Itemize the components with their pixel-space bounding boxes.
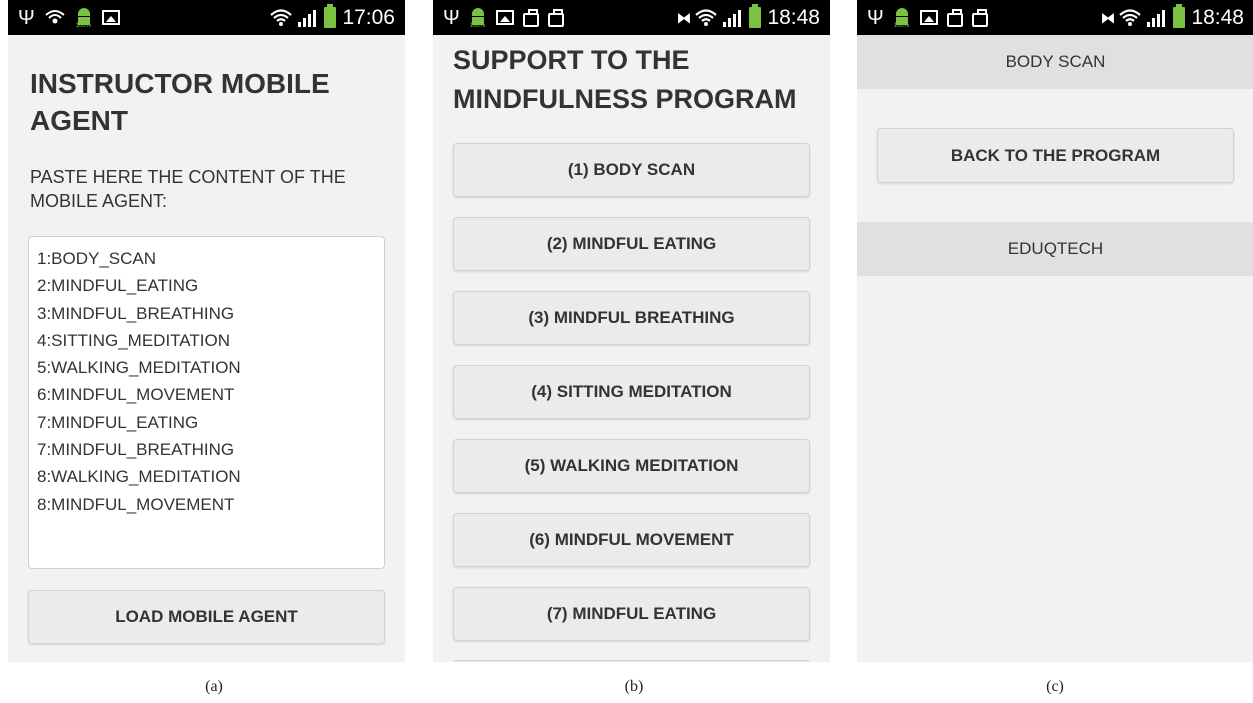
android-icon: 100%	[893, 7, 911, 29]
usb-icon: Ψ	[443, 6, 460, 29]
bag-icon	[547, 8, 564, 27]
android-icon: 100%	[469, 7, 487, 29]
agent-line: 5:WALKING_MEDITATION	[37, 358, 241, 378]
program-button-sitting-meditation[interactable]: (4) SITTING MEDITATION	[453, 365, 810, 419]
status-bar: Ψ 100% 17:06	[8, 0, 405, 35]
agent-line: 2:MINDFUL_EATING	[37, 276, 199, 296]
image-icon	[495, 10, 514, 25]
program-button-mindful-breathing[interactable]: (3) MINDFUL BREATHING	[453, 291, 810, 345]
signal-icon	[723, 9, 743, 27]
program-button-mindful-movement[interactable]: (6) MINDFUL MOVEMENT	[453, 513, 810, 567]
program-button-partial[interactable]	[453, 660, 810, 662]
signal-icon	[1147, 9, 1167, 27]
figure-caption: (b)	[624, 678, 644, 695]
agent-line: 8:MINDFUL_MOVEMENT	[37, 494, 235, 514]
paste-instruction-label: PASTE HERE THE CONTENT OF THE MOBILE AGE…	[30, 167, 346, 211]
battery-icon	[1173, 4, 1186, 28]
screen-body-scan: Ψ 100% ⧓ 18:48 BODY SCAN BACK TO THE PRO…	[857, 0, 1253, 662]
figure-caption: (c)	[1046, 678, 1064, 695]
mobile-agent-textarea[interactable]: 1:BODY_SCAN 2:MINDFUL_EATING 3:MINDFUL_B…	[28, 236, 385, 569]
agent-line: 7:MINDFUL_BREATHING	[37, 440, 235, 460]
page-title-line: MINDFULNESS PROGRAM	[453, 84, 797, 114]
program-button-mindful-eating[interactable]: (2) MINDFUL EATING	[453, 217, 810, 271]
image-icon	[919, 10, 938, 25]
load-mobile-agent-button[interactable]: LOAD MOBILE AGENT	[28, 590, 385, 644]
agent-line: 6:MINDFUL_MOVEMENT	[37, 385, 235, 405]
exercise-header: BODY SCAN	[857, 35, 1253, 89]
bag-icon	[522, 8, 539, 27]
bag-icon	[946, 8, 963, 27]
image-icon	[101, 10, 120, 25]
screen-instructor-agent: Ψ 100% 17:06 INSTRUCTOR MOBILE AGENT PAS…	[8, 0, 405, 662]
wifi-icon	[270, 8, 293, 26]
usb-icon: Ψ	[18, 6, 35, 29]
agent-line: 8:WALKING_MEDITATION	[37, 467, 241, 487]
screen-mindfulness-program: Ψ 100% ⧓ 18:48 SUPPORT TO THE MINDFULNES…	[433, 0, 830, 662]
agent-line: 3:MINDFUL_BREATHING	[37, 303, 235, 323]
status-time: 17:06	[342, 5, 395, 29]
page-title: INSTRUCTOR MOBILE AGENT	[30, 68, 330, 136]
wifi-icon	[695, 8, 718, 26]
agent-line: 1:BODY_SCAN	[37, 249, 157, 268]
mute-icon: ⧓	[1100, 9, 1115, 27]
agent-line: 7:MINDFUL_EATING	[37, 412, 199, 432]
wifi-icon	[1119, 8, 1142, 26]
android-icon: 100%	[75, 7, 93, 29]
figure-caption: (a)	[205, 678, 223, 695]
signal-icon	[298, 9, 318, 27]
status-time: 18:48	[767, 5, 820, 29]
page-title: SUPPORT TO THE MINDFULNESS PROGRAM	[453, 41, 823, 119]
battery-icon	[324, 4, 337, 28]
status-bar: Ψ 100% ⧓ 18:48	[433, 0, 830, 35]
battery-icon	[749, 4, 762, 28]
program-button-mindful-eating-2[interactable]: (7) MINDFUL EATING	[453, 587, 810, 641]
page-title-line: SUPPORT TO THE	[453, 45, 690, 75]
agent-line: 4:SITTING_MEDITATION	[37, 330, 230, 350]
status-bar: Ψ 100% ⧓ 18:48	[857, 0, 1253, 35]
mute-icon: ⧓	[676, 9, 691, 27]
status-time: 18:48	[1191, 5, 1244, 29]
usb-icon: Ψ	[867, 6, 884, 29]
program-button-body-scan[interactable]: (1) BODY SCAN	[453, 143, 810, 197]
program-button-walking-meditation[interactable]: (5) WALKING MEDITATION	[453, 439, 810, 493]
back-to-program-button[interactable]: BACK TO THE PROGRAM	[877, 128, 1234, 183]
hotspot-icon	[45, 9, 65, 23]
brand-footer: EDUQTECH	[857, 222, 1253, 276]
bag-icon	[971, 8, 988, 27]
